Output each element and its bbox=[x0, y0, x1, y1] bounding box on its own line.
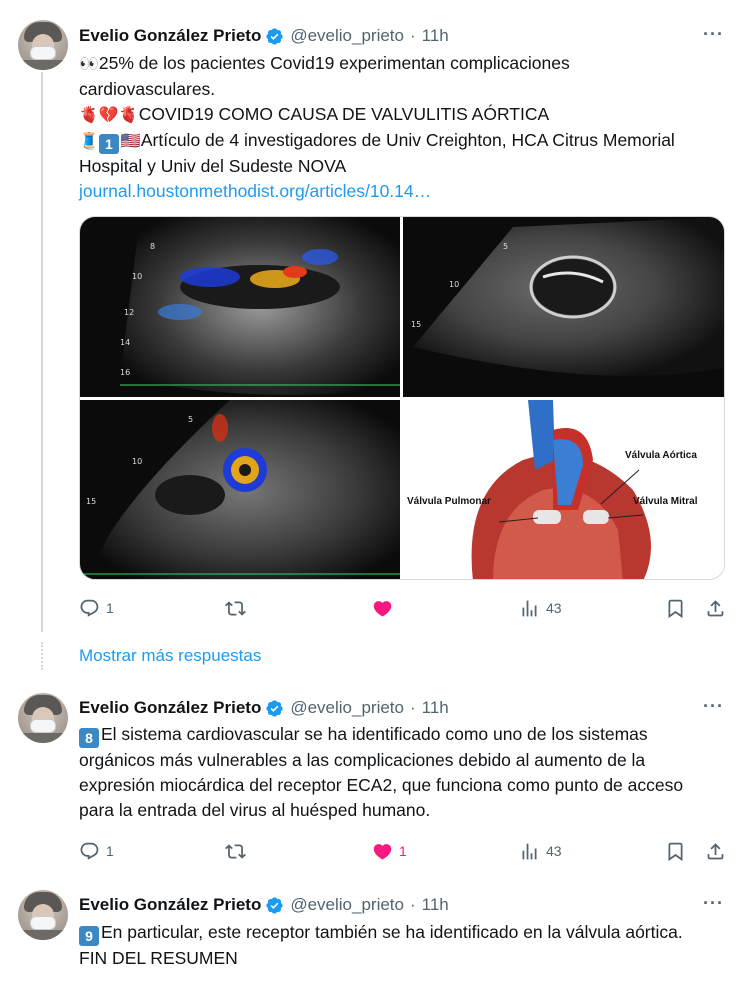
verified-badge-icon bbox=[266, 27, 283, 45]
avatar[interactable] bbox=[18, 20, 68, 70]
echo-image-2[interactable]: 5 10 15 bbox=[403, 217, 724, 397]
tweet-time[interactable]: 11h bbox=[422, 26, 449, 46]
like-button[interactable] bbox=[372, 596, 393, 620]
heart-icon bbox=[373, 843, 392, 860]
depth-tick-label: 5 bbox=[188, 415, 193, 424]
echo-image-doppler-3[interactable]: 5 10 15 bbox=[80, 400, 400, 579]
tweet-header: Evelio González Prieto @evelio_prieto · … bbox=[79, 25, 449, 47]
heart-icon bbox=[373, 600, 392, 617]
reply-count: 1 bbox=[106, 843, 114, 859]
view-count: 43 bbox=[546, 600, 562, 616]
author-handle[interactable]: @evelio_prieto bbox=[290, 26, 404, 46]
verified-badge-icon bbox=[266, 896, 283, 914]
retweet-icon bbox=[225, 600, 246, 616]
author-name[interactable]: Evelio González Prieto bbox=[79, 895, 261, 915]
more-options-icon[interactable]: ··· bbox=[703, 893, 724, 914]
tweet-time[interactable]: 11h bbox=[422, 698, 449, 718]
depth-tick-label: 10 bbox=[132, 272, 142, 281]
depth-tick-label: 5 bbox=[503, 242, 508, 251]
media-grid[interactable]: 8 10 12 14 16 5 10 15 5 10 15 Válvula Aó… bbox=[79, 216, 725, 580]
reply-button[interactable]: 1 bbox=[79, 596, 114, 620]
keycap-icon: 1 bbox=[98, 134, 119, 154]
share-button[interactable] bbox=[705, 839, 726, 863]
author-handle[interactable]: @evelio_prieto bbox=[290, 698, 404, 718]
depth-tick-label: 15 bbox=[411, 320, 421, 329]
show-more-replies-link[interactable]: Mostrar más respuestas bbox=[79, 646, 261, 666]
tweet-time[interactable]: 11h bbox=[422, 895, 449, 915]
depth-tick-label: 14 bbox=[120, 338, 130, 347]
share-button[interactable] bbox=[705, 596, 726, 620]
eyes-emoji: 👀 bbox=[79, 56, 99, 73]
views-chart-icon bbox=[522, 843, 537, 859]
us-flag-emoji: 🇺🇸 bbox=[120, 133, 141, 150]
views-chart-icon bbox=[522, 600, 537, 616]
depth-tick-label: 16 bbox=[120, 368, 130, 377]
reply-count: 1 bbox=[106, 600, 114, 616]
heart-valves-diagram[interactable]: Válvula Aórtica Válvula Pulmonar Válvula… bbox=[403, 400, 724, 579]
aortic-valve-label: Válvula Aórtica bbox=[625, 450, 697, 461]
author-handle[interactable]: @evelio_prieto bbox=[290, 895, 404, 915]
more-options-icon[interactable]: ··· bbox=[703, 696, 724, 717]
tweet-line: El sistema cardiovascular se ha identifi… bbox=[101, 724, 648, 744]
like-count: 1 bbox=[399, 843, 407, 859]
retweet-button[interactable] bbox=[225, 596, 246, 620]
depth-tick-label: 8 bbox=[150, 242, 155, 251]
depth-tick-label: 10 bbox=[132, 457, 142, 466]
tweet-line: Artículo de 4 investigadores de Univ Cre… bbox=[140, 130, 675, 150]
tweet-header: Evelio González Prieto @evelio_prieto · … bbox=[79, 697, 449, 719]
time-separator: · bbox=[409, 895, 416, 914]
retweet-button[interactable] bbox=[225, 839, 246, 863]
tweet-line: En particular, este receptor también se … bbox=[101, 922, 683, 942]
article-link[interactable]: journal.houstonmethodist.org/articles/10… bbox=[79, 181, 431, 201]
mitral-valve-label: Válvula Mitral bbox=[633, 496, 698, 507]
author-name[interactable]: Evelio González Prieto bbox=[79, 26, 261, 46]
reply-button[interactable]: 1 bbox=[79, 839, 114, 863]
depth-tick-label: 12 bbox=[124, 308, 134, 317]
like-button[interactable]: 1 bbox=[372, 839, 407, 863]
tweet-text: 👀25% de los pacientes Covid19 experiment… bbox=[79, 51, 729, 204]
tweet-line: 25% de los pacientes Covid19 experimenta… bbox=[98, 53, 570, 73]
tweet-actions: 1 1 43 bbox=[79, 839, 729, 863]
tweet-line: orgánicos más vulnerables a las complica… bbox=[79, 750, 646, 770]
bookmark-button[interactable] bbox=[665, 596, 686, 620]
share-icon bbox=[707, 599, 724, 616]
tweet-line: expresión miocárdica del receptor ECA2, … bbox=[79, 775, 684, 795]
pulmonary-valve-label: Válvula Pulmonar bbox=[407, 496, 491, 507]
more-options-icon[interactable]: ··· bbox=[703, 24, 724, 45]
keycap-icon: 9 bbox=[79, 926, 99, 946]
tweet-line: para la entrada del virus al huésped hum… bbox=[79, 800, 431, 820]
thread-connector bbox=[41, 72, 43, 632]
reply-icon bbox=[80, 599, 99, 617]
retweet-icon bbox=[225, 843, 246, 859]
tweet-line: FIN DEL RESUMEN bbox=[79, 948, 238, 968]
tweet-line: COVID19 COMO CAUSA DE VALVULITIS AÓRTICA bbox=[138, 104, 550, 124]
tweet-line: Hospital y Univ del Sudeste NOVA bbox=[79, 156, 347, 176]
view-count: 43 bbox=[546, 843, 562, 859]
tweet-line: cardiovasculares. bbox=[79, 79, 216, 99]
depth-tick-label: 10 bbox=[449, 280, 459, 289]
avatar[interactable] bbox=[18, 693, 68, 743]
thread-emoji: 🧵 bbox=[79, 133, 99, 150]
bookmark-icon bbox=[668, 599, 683, 618]
reply-icon bbox=[80, 842, 99, 860]
tweet-header: Evelio González Prieto @evelio_prieto · … bbox=[79, 894, 449, 916]
hearts-emoji: 🫀💔🫀 bbox=[79, 107, 139, 124]
avatar[interactable] bbox=[18, 890, 68, 940]
thread-connector-dotted bbox=[41, 642, 43, 670]
echo-image-doppler-1[interactable]: 8 10 12 14 16 bbox=[80, 217, 400, 397]
tweet-text: 9 En particular, este receptor también se… bbox=[79, 920, 729, 971]
author-name[interactable]: Evelio González Prieto bbox=[79, 698, 261, 718]
views-button[interactable]: 43 bbox=[519, 596, 562, 620]
bookmark-button[interactable] bbox=[665, 839, 686, 863]
time-separator: · bbox=[409, 698, 416, 717]
views-button[interactable]: 43 bbox=[519, 839, 562, 863]
keycap-icon: 8 bbox=[79, 728, 99, 748]
tweet-text: 8 El sistema cardiovascular se ha identif… bbox=[79, 722, 729, 823]
share-icon bbox=[707, 842, 724, 859]
verified-badge-icon bbox=[266, 699, 283, 717]
bookmark-icon bbox=[668, 842, 683, 861]
depth-tick-label: 15 bbox=[86, 497, 96, 506]
time-separator: · bbox=[409, 26, 416, 45]
tweet-actions: 1 43 bbox=[79, 596, 729, 620]
